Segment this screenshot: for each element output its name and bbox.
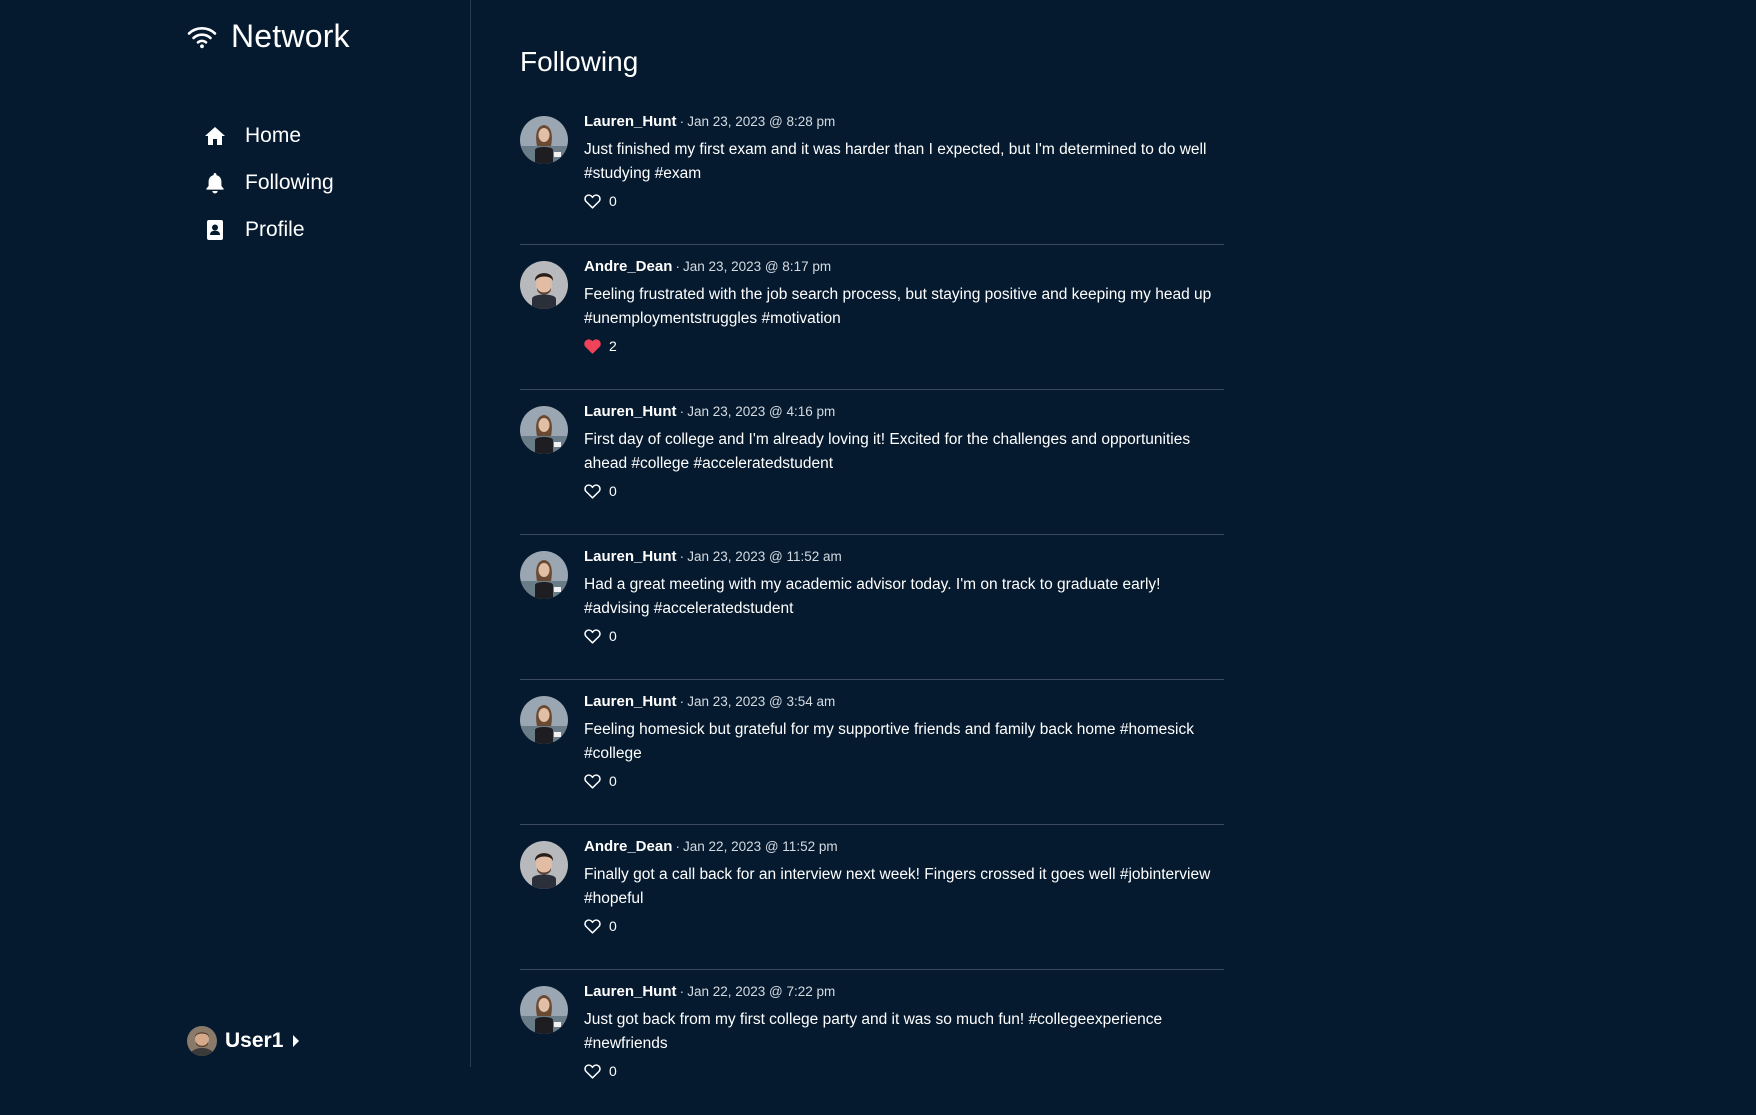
sidebar: Network Home Following Profile User1: [0, 0, 471, 1067]
avatar[interactable]: [520, 551, 568, 599]
post-timestamp: Jan 22, 2023 @ 11:52 pm: [683, 839, 838, 854]
post-likes: 0: [584, 483, 1224, 499]
separator-dot: ·: [679, 403, 685, 419]
post-text: First day of college and I'm already lov…: [584, 431, 1191, 472]
avatar[interactable]: [520, 986, 568, 1034]
separator-dot: ·: [679, 113, 685, 129]
user-menu[interactable]: User1: [187, 1026, 300, 1056]
avatar[interactable]: [520, 696, 568, 744]
like-count: 0: [609, 483, 617, 499]
avatar: [187, 1026, 217, 1056]
post-header: Lauren_Hunt · Jan 23, 2023 @ 3:54 am: [584, 691, 1224, 712]
heart-outline-icon[interactable]: [584, 628, 601, 644]
heart-outline-icon[interactable]: [584, 483, 601, 499]
nav-item-following[interactable]: Following: [203, 159, 334, 206]
user-name: User1: [225, 1029, 284, 1052]
post-username[interactable]: Lauren_Hunt: [584, 693, 677, 710]
post-header: Lauren_Hunt · Jan 23, 2023 @ 11:52 am: [584, 546, 1224, 567]
like-count: 0: [609, 628, 617, 644]
post-text: Feeling frustrated with the job search p…: [584, 286, 1212, 327]
page-title: Following: [520, 46, 639, 77]
avatar[interactable]: [520, 841, 568, 889]
post-header: Lauren_Hunt · Jan 23, 2023 @ 8:28 pm: [584, 111, 1224, 132]
post-text: Had a great meeting with my academic adv…: [584, 576, 1161, 617]
post-likes: 2: [584, 338, 1224, 354]
main-nav: Home Following Profile: [203, 112, 334, 253]
post-timestamp: Jan 23, 2023 @ 4:16 pm: [687, 404, 836, 419]
separator-dot: ·: [679, 548, 685, 564]
post: Lauren_Hunt · Jan 23, 2023 @ 4:16 pm First…: [520, 390, 1224, 535]
nav-label-following: Following: [245, 170, 334, 194]
bell-icon: [203, 171, 227, 195]
post-username[interactable]: Lauren_Hunt: [584, 983, 677, 1000]
wifi-icon: [187, 25, 217, 49]
avatar[interactable]: [520, 116, 568, 164]
post-timestamp: Jan 23, 2023 @ 11:52 am: [687, 549, 842, 564]
separator-dot: ·: [679, 693, 685, 709]
post: Lauren_Hunt · Jan 23, 2023 @ 8:28 pm Just …: [520, 100, 1224, 245]
like-count: 0: [609, 773, 617, 789]
post-header: Lauren_Hunt · Jan 23, 2023 @ 4:16 pm: [584, 401, 1224, 422]
brand-title: Network: [231, 18, 350, 54]
post: Andre_Dean · Jan 22, 2023 @ 11:52 pm Final…: [520, 825, 1224, 970]
post-timestamp: Jan 23, 2023 @ 3:54 am: [687, 694, 836, 709]
post-timestamp: Jan 23, 2023 @ 8:17 pm: [683, 259, 832, 274]
separator-dot: ·: [679, 983, 685, 999]
post-timestamp: Jan 22, 2023 @ 7:22 pm: [687, 984, 836, 999]
post-username[interactable]: Andre_Dean: [584, 258, 672, 275]
separator-dot: ·: [675, 838, 681, 854]
post-text: Feeling homesick but grateful for my sup…: [584, 721, 1194, 762]
post-likes: 0: [584, 918, 1224, 934]
nav-item-profile[interactable]: Profile: [203, 206, 334, 253]
post-header: Andre_Dean · Jan 22, 2023 @ 11:52 pm: [584, 836, 1224, 857]
heart-outline-icon[interactable]: [584, 773, 601, 789]
post: Lauren_Hunt · Jan 23, 2023 @ 3:54 am Feeli…: [520, 680, 1224, 825]
post-username[interactable]: Lauren_Hunt: [584, 403, 677, 420]
separator-dot: ·: [675, 258, 681, 274]
post: Lauren_Hunt · Jan 22, 2023 @ 7:22 pm Just …: [520, 970, 1224, 1115]
nav-label-home: Home: [245, 123, 302, 147]
post-text: Finally got a call back for an interview…: [584, 866, 1211, 907]
like-count: 2: [609, 338, 617, 354]
post: Andre_Dean · Jan 23, 2023 @ 8:17 pm Feelin…: [520, 245, 1224, 390]
like-count: 0: [609, 1063, 617, 1079]
post-likes: 0: [584, 193, 1224, 209]
heart-filled-icon[interactable]: [584, 338, 601, 354]
post-feed: Lauren_Hunt · Jan 23, 2023 @ 8:28 pm Just …: [520, 100, 1224, 1115]
post-header: Lauren_Hunt · Jan 22, 2023 @ 7:22 pm: [584, 981, 1224, 1002]
caret-right-icon: [293, 1035, 300, 1047]
brand[interactable]: Network: [187, 18, 350, 55]
post-username[interactable]: Lauren_Hunt: [584, 548, 677, 565]
post-likes: 0: [584, 628, 1224, 644]
post-likes: 0: [584, 773, 1224, 789]
like-count: 0: [609, 193, 617, 209]
contact-card-icon: [203, 218, 227, 242]
avatar[interactable]: [520, 406, 568, 454]
post: Lauren_Hunt · Jan 23, 2023 @ 11:52 am Had …: [520, 535, 1224, 680]
nav-item-home[interactable]: Home: [203, 112, 334, 159]
heart-outline-icon[interactable]: [584, 918, 601, 934]
post-header: Andre_Dean · Jan 23, 2023 @ 8:17 pm: [584, 256, 1224, 277]
nav-label-profile: Profile: [245, 217, 305, 241]
home-icon: [203, 124, 227, 148]
post-likes: 0: [584, 1063, 1224, 1079]
post-timestamp: Jan 23, 2023 @ 8:28 pm: [687, 114, 836, 129]
heart-outline-icon[interactable]: [584, 1063, 601, 1079]
post-text: Just got back from my first college part…: [584, 1011, 1163, 1052]
avatar[interactable]: [520, 261, 568, 309]
post-username[interactable]: Lauren_Hunt: [584, 113, 677, 130]
post-text: Just finished my first exam and it was h…: [584, 141, 1207, 182]
post-username[interactable]: Andre_Dean: [584, 838, 672, 855]
heart-outline-icon[interactable]: [584, 193, 601, 209]
like-count: 0: [609, 918, 617, 934]
